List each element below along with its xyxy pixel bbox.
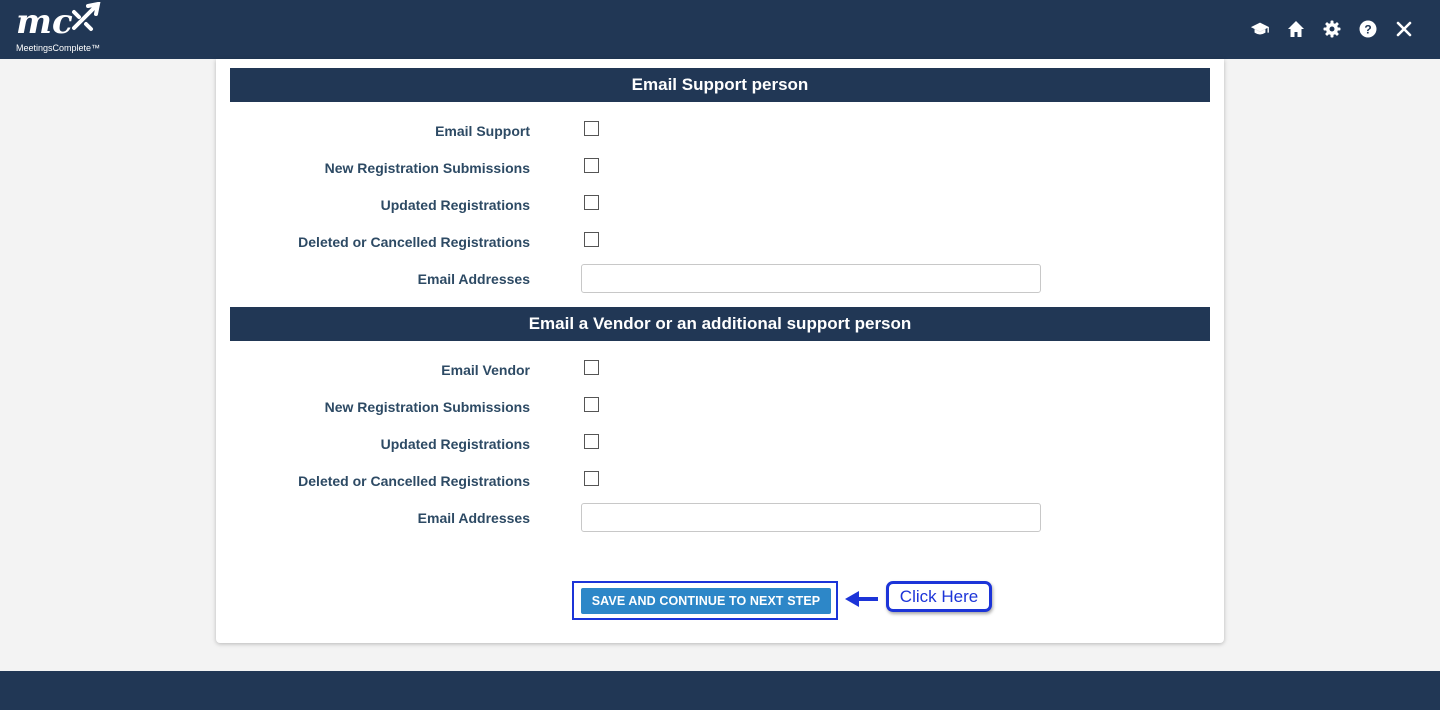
email-vendor-checkbox[interactable] (584, 360, 599, 375)
section-header-email-vendor: Email a Vendor or an additional support … (230, 307, 1210, 341)
logo-mark: mc (16, 2, 73, 42)
home-icon[interactable] (1286, 19, 1306, 39)
support-new-registration-checkbox[interactable] (584, 158, 599, 173)
updated-registrations-label: Updated Registrations (380, 436, 530, 452)
email-support-checkbox[interactable] (584, 121, 599, 136)
svg-text:?: ? (1364, 23, 1371, 37)
vendor-deleted-registrations-checkbox[interactable] (584, 471, 599, 486)
email-support-label: Email Support (435, 123, 530, 139)
gear-icon[interactable] (1322, 19, 1342, 39)
email-addresses-label: Email Addresses (417, 510, 530, 526)
section-header-email-support: Email Support person (230, 68, 1210, 102)
close-icon[interactable] (1394, 19, 1414, 39)
updated-registrations-label: Updated Registrations (380, 197, 530, 213)
top-navigation-bar: mc MeetingsComplete™ ? (0, 0, 1440, 59)
vendor-updated-registrations-checkbox[interactable] (584, 434, 599, 449)
arrow-left-icon (845, 591, 878, 607)
email-vendor-label: Email Vendor (441, 362, 530, 378)
click-here-callout: Click Here (886, 581, 992, 612)
support-email-addresses-input[interactable] (581, 264, 1041, 293)
email-addresses-label: Email Addresses (417, 271, 530, 287)
deleted-cancelled-registrations-label: Deleted or Cancelled Registrations (298, 234, 530, 250)
meetingscomplete-logo[interactable]: mc MeetingsComplete™ (14, 2, 104, 56)
deleted-cancelled-registrations-label: Deleted or Cancelled Registrations (298, 473, 530, 489)
vendor-email-addresses-input[interactable] (581, 503, 1041, 532)
footer-bar (0, 671, 1440, 710)
support-updated-registrations-checkbox[interactable] (584, 195, 599, 210)
logo-text: MeetingsComplete™ (16, 43, 101, 53)
save-and-continue-button[interactable]: SAVE AND CONTINUE TO NEXT STEP (581, 588, 831, 614)
save-button-highlight: SAVE AND CONTINUE TO NEXT STEP (572, 581, 838, 620)
graduation-cap-icon[interactable] (1250, 19, 1270, 39)
help-icon[interactable]: ? (1358, 19, 1378, 39)
vendor-new-registration-checkbox[interactable] (584, 397, 599, 412)
header-actions: ? (1250, 19, 1414, 39)
new-registration-submissions-label: New Registration Submissions (324, 399, 530, 415)
new-registration-submissions-label: New Registration Submissions (324, 160, 530, 176)
support-deleted-registrations-checkbox[interactable] (584, 232, 599, 247)
airplane-icon (72, 2, 101, 31)
email-settings-card: Email Support person Email Support New R… (216, 59, 1224, 643)
